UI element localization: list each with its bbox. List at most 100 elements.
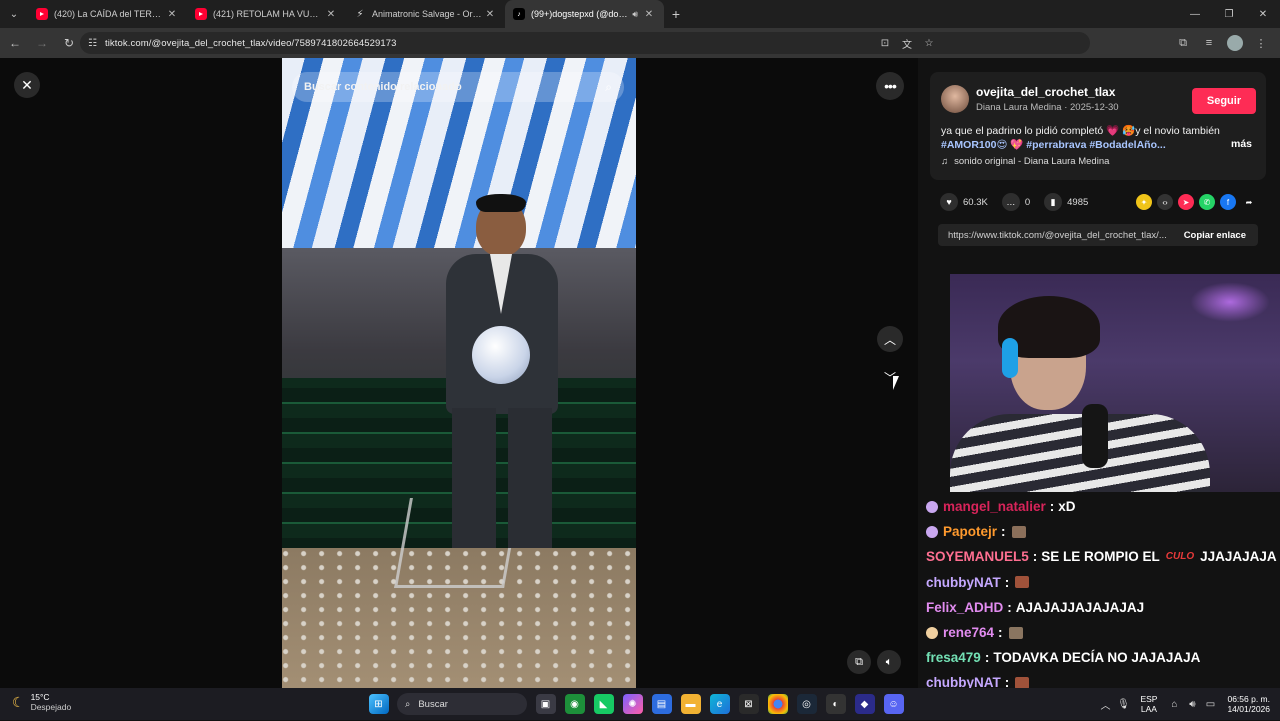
- share-arrow-icon[interactable]: ➦: [1241, 194, 1257, 210]
- chat-message: Felix_ADHD: AJAJAJJAJAJAJAJ: [926, 595, 1280, 620]
- hair: [476, 194, 526, 212]
- forward-icon[interactable]: →: [30, 31, 54, 55]
- tab-4-active[interactable]: ♪ (99+)dogstepxd (@dogstep 🔊︎ ✕: [505, 0, 664, 28]
- weather-temp: 15°C: [30, 692, 50, 702]
- translate-icon[interactable]: 文: [896, 36, 918, 51]
- speaker-icon[interactable]: 🔊︎: [632, 9, 638, 20]
- excel-like-icon[interactable]: ⊠: [738, 694, 759, 714]
- legs: [452, 408, 552, 548]
- tab-1[interactable]: (420) La CAÍDA del TERROR en ✕: [28, 0, 187, 28]
- embed-icon[interactable]: ‹›: [1157, 194, 1173, 210]
- chat-text: AJAJAJJAJAJAJAJ: [1015, 599, 1145, 615]
- clock-time: 06:56 p. m.: [1227, 694, 1270, 704]
- chat-message: mangel_natalier: xD: [926, 494, 1280, 519]
- chat-username[interactable]: rene764: [943, 625, 994, 640]
- xbox-icon[interactable]: ◉: [564, 694, 585, 714]
- close-window-icon[interactable]: ✕: [1246, 0, 1280, 28]
- language-indicator[interactable]: ESP LAA: [1140, 694, 1157, 714]
- restore-icon[interactable]: ❐: [1212, 0, 1246, 28]
- facebook-icon[interactable]: f: [1220, 194, 1236, 210]
- tray-chevron-icon[interactable]: ︿: [1096, 697, 1114, 712]
- copilot-icon[interactable]: ✺: [622, 694, 643, 714]
- bookmark-star-icon[interactable]: ☆: [918, 38, 940, 49]
- extensions-icon[interactable]: ⧉: [1170, 37, 1196, 50]
- back-icon[interactable]: ←: [3, 31, 27, 55]
- chat-separator: :: [1032, 549, 1038, 565]
- related-search-input[interactable]: Buscar contenido relacionado ⌕: [292, 72, 624, 102]
- tab-2[interactable]: (421) RETOLAM HA VUELTO 💀 ✕: [187, 0, 346, 28]
- menu-dots-icon[interactable]: ⋮: [1248, 37, 1274, 50]
- task-view-icon[interactable]: ▣: [535, 694, 556, 714]
- volume-icon[interactable]: 🔈︎: [877, 650, 901, 674]
- media-control-icon[interactable]: ≡: [1196, 37, 1222, 49]
- address-bar[interactable]: ☷ tiktok.com/@ovejita_del_crochet_tlax/v…: [80, 32, 1090, 54]
- store-icon[interactable]: ▤: [651, 694, 672, 714]
- chat-username[interactable]: chubbyNAT: [926, 575, 1001, 590]
- chat-username[interactable]: SOYEMANUEL5: [926, 549, 1029, 564]
- rgb-light: [1190, 282, 1270, 322]
- follow-button[interactable]: Seguir: [1192, 88, 1256, 114]
- volume-icon[interactable]: 🔊︎: [1183, 699, 1201, 710]
- reload-icon[interactable]: ↻: [57, 31, 81, 55]
- battery-icon[interactable]: ▭: [1201, 699, 1219, 710]
- author-username[interactable]: ovejita_del_crochet_tlax: [976, 85, 1115, 99]
- window-controls: — ❐ ✕: [1178, 0, 1280, 28]
- video-player[interactable]: Buscar contenido relacionado ⌕: [282, 58, 636, 688]
- edge-icon[interactable]: e: [709, 694, 730, 714]
- profile-avatar[interactable]: [1227, 35, 1243, 51]
- previous-video-button[interactable]: ︿: [877, 326, 903, 352]
- floating-player-icon[interactable]: ⧉: [847, 650, 871, 674]
- new-tab-button[interactable]: +: [664, 6, 688, 22]
- taskbar-search-label: Buscar: [418, 698, 448, 710]
- obs-icon[interactable]: ◐: [825, 694, 846, 714]
- like-action[interactable]: ♥ 60.3K: [940, 193, 988, 211]
- share-link-text: https://www.tiktok.com/@ovejita_del_croc…: [948, 229, 1167, 241]
- close-tab-icon[interactable]: ✕: [165, 9, 179, 20]
- minimize-icon[interactable]: —: [1178, 0, 1212, 28]
- clock[interactable]: 06:56 p. m. 14/01/2026: [1227, 694, 1270, 714]
- coin-share-icon[interactable]: ✦: [1136, 194, 1152, 210]
- chat-username[interactable]: fresa479: [926, 650, 981, 665]
- ball: [472, 326, 530, 384]
- send-icon[interactable]: ➤: [1178, 194, 1194, 210]
- sound-link[interactable]: ♫ sonido original - Diana Laura Medina: [941, 156, 1109, 167]
- close-video-button[interactable]: ✕: [14, 72, 40, 98]
- heart-icon: ♥: [940, 193, 958, 211]
- more-link[interactable]: más: [1231, 138, 1252, 150]
- caption-hashtags[interactable]: #AMOR100😍 💖 #perrabrava #BodadelAño...: [941, 139, 1166, 151]
- chat-message: SOYEMANUEL5: SE LE ROMPIO EL CULO JJAJAJAJA: [926, 544, 1280, 569]
- app-icon[interactable]: ◆: [854, 694, 875, 714]
- microphone-icon[interactable]: 🎙︎: [1114, 699, 1132, 710]
- steam-icon[interactable]: ◎: [796, 694, 817, 714]
- tab-search-chevron-icon[interactable]: ⌄: [0, 0, 28, 28]
- weather-widget[interactable]: ☾ 15°C Despejado: [12, 692, 71, 712]
- discord-icon[interactable]: ☺: [883, 694, 904, 714]
- comment-action[interactable]: … 0: [1001, 193, 1030, 211]
- close-tab-icon[interactable]: ✕: [642, 9, 656, 20]
- post-caption: ya que el padrino lo pidió completó 💗 🥵y…: [941, 124, 1241, 152]
- network-icon[interactable]: ⌂: [1165, 699, 1183, 710]
- webcam-overlay: [950, 274, 1280, 492]
- save-action[interactable]: ▮ 4985: [1044, 193, 1088, 211]
- install-app-icon[interactable]: ⊡: [874, 38, 896, 49]
- chrome-icon[interactable]: [767, 694, 788, 714]
- chat-username[interactable]: mangel_natalier: [943, 499, 1046, 514]
- copy-link-button[interactable]: Copiar enlace: [1172, 230, 1258, 241]
- whatsapp-icon[interactable]: ✆: [1199, 194, 1215, 210]
- windows-start-icon[interactable]: ⊞: [368, 694, 389, 714]
- author-avatar[interactable]: [941, 85, 969, 113]
- file-explorer-icon[interactable]: ▬: [680, 694, 701, 714]
- green-app-icon[interactable]: ◣: [593, 694, 614, 714]
- chat-username[interactable]: Felix_ADHD: [926, 600, 1003, 615]
- chat-username[interactable]: Papotejr: [943, 524, 997, 539]
- chat-separator: :: [1004, 574, 1010, 590]
- more-options-button[interactable]: •••: [876, 72, 904, 100]
- tab-3[interactable]: ⚡ Animatronic Salvage - Original ✕: [346, 0, 505, 28]
- close-tab-icon[interactable]: ✕: [324, 9, 338, 20]
- site-info-icon[interactable]: ☷: [88, 38, 97, 49]
- search-icon[interactable]: ⌕: [605, 80, 612, 95]
- windows-taskbar: ☾ 15°C Despejado ⊞ ⌕ Buscar ▣ ◉ ◣ ✺ ▤ ▬ …: [0, 688, 1280, 720]
- taskbar-search[interactable]: ⌕ Buscar: [397, 693, 527, 715]
- close-tab-icon[interactable]: ✕: [483, 9, 497, 20]
- sound-text: sonido original - Diana Laura Medina: [954, 156, 1110, 167]
